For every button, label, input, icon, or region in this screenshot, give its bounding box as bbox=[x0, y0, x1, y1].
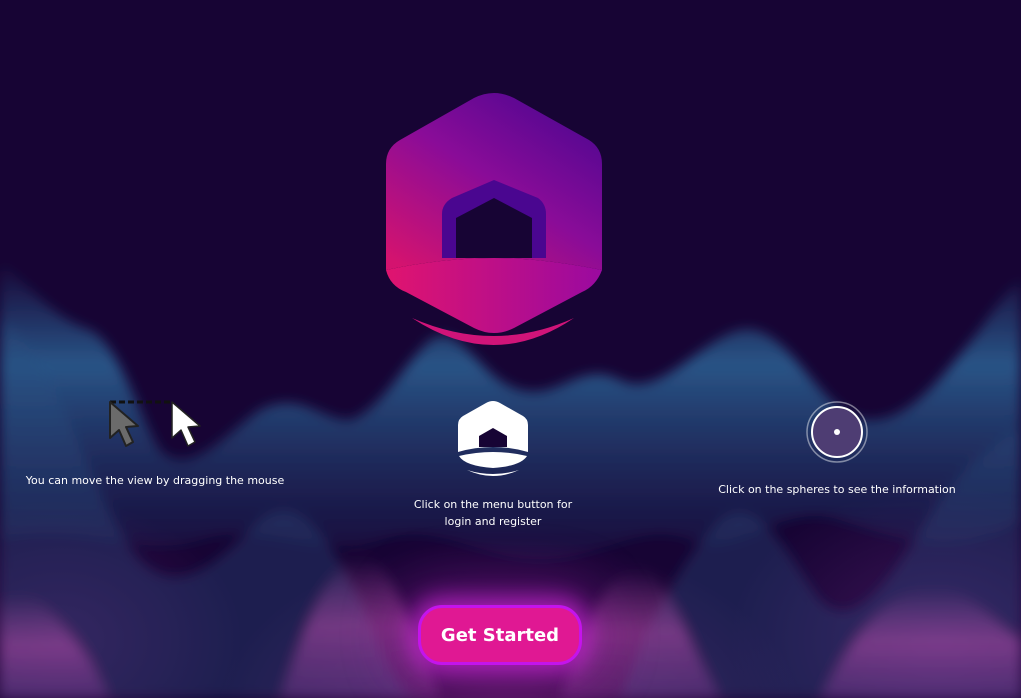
drag-hint-text: You can move the view by dragging the mo… bbox=[25, 474, 285, 487]
sphere-hint-text: Click on the spheres to see the informat… bbox=[718, 483, 956, 496]
panorama-viewer[interactable]: You can move the view by dragging the mo… bbox=[0, 0, 1021, 698]
menu-hint-text: Click on the menu button for login and r… bbox=[413, 498, 573, 528]
mouse-cursor-drag-icon bbox=[109, 400, 201, 447]
house-menu-icon bbox=[458, 401, 528, 476]
get-started-button[interactable]: Get Started bbox=[418, 605, 582, 665]
sphere-hotspot-icon bbox=[806, 401, 868, 463]
hexagon-house-logo-icon bbox=[386, 93, 602, 345]
